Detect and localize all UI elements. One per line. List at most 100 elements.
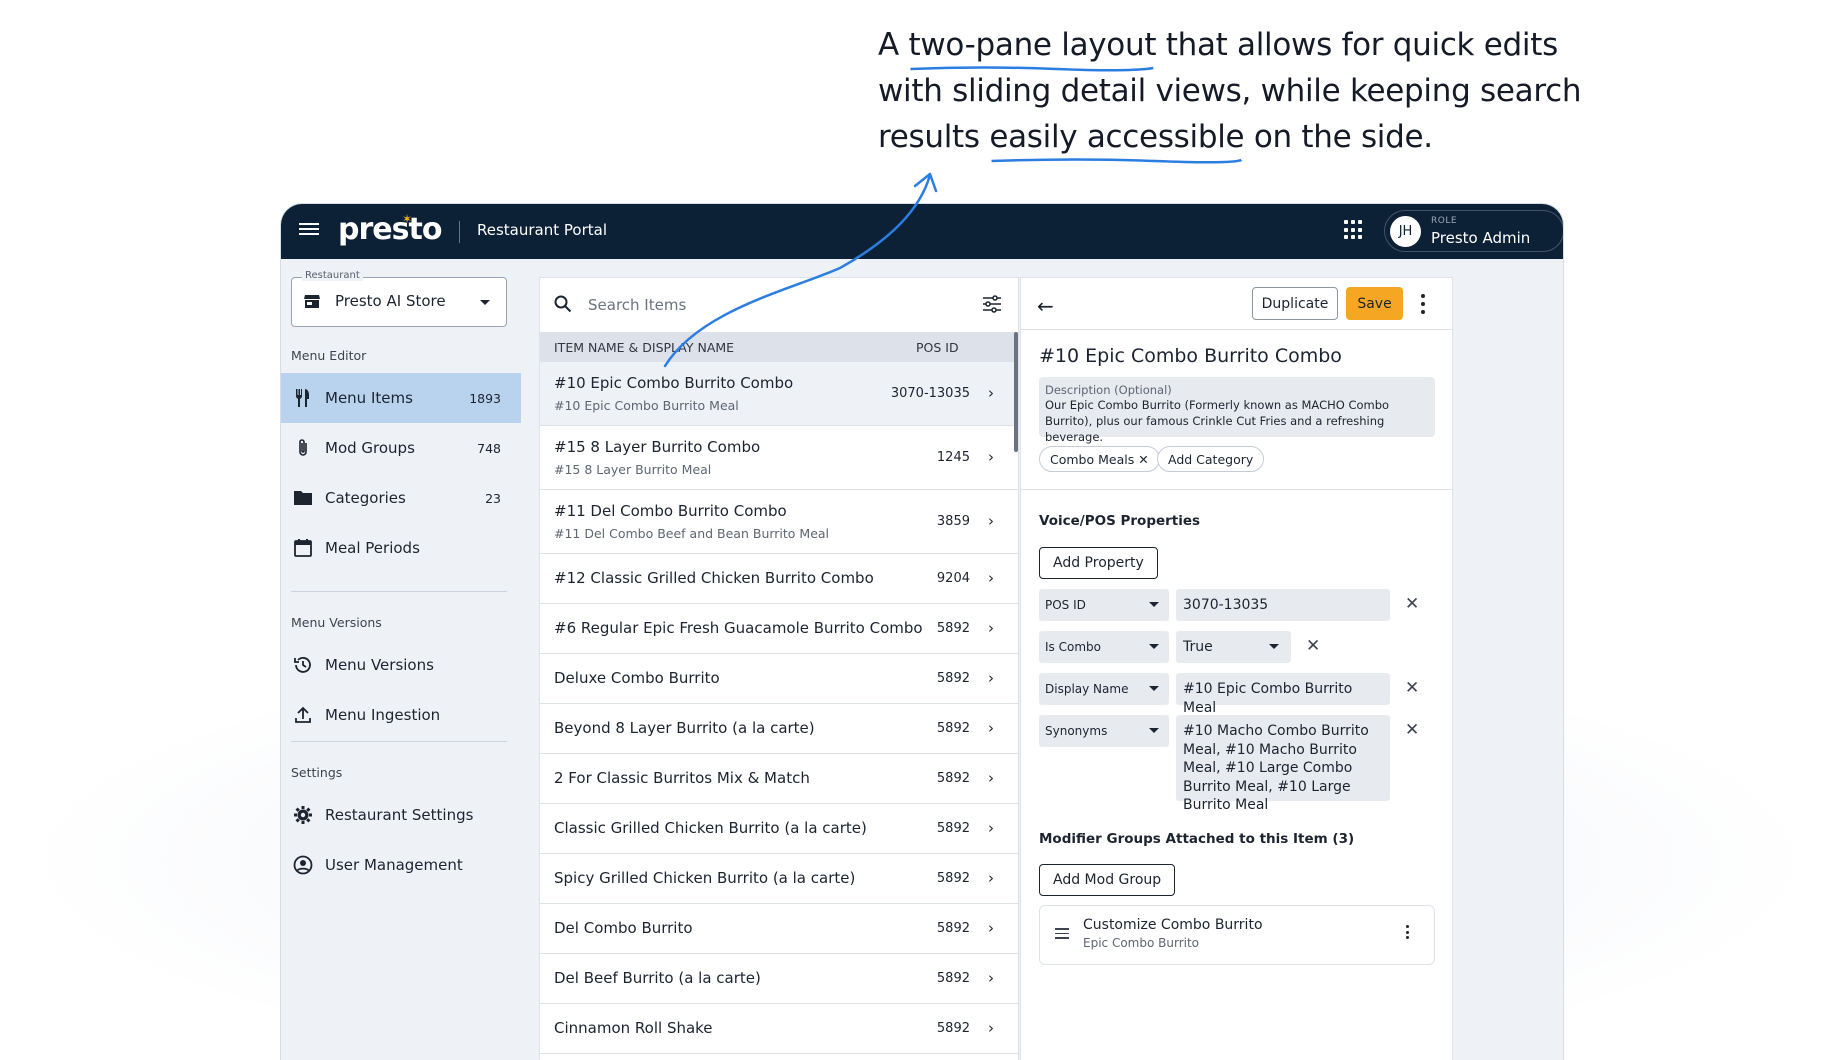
description-label: Description (Optional): [1045, 383, 1172, 397]
sidebar-item-mod-groups[interactable]: Mod Groups 748: [281, 423, 521, 473]
sidebar-item-label: Menu Ingestion: [325, 706, 441, 724]
sidebar-item-user-management[interactable]: User Management: [281, 840, 521, 890]
gear-icon: [294, 806, 312, 824]
item-pos-id: 5892: [936, 821, 970, 836]
chevron-right-icon[interactable]: ›: [988, 969, 994, 987]
item-pos-id: 9204: [936, 571, 970, 586]
table-row[interactable]: Cinnamon Roll Shake 5892 ›: [540, 1004, 1018, 1054]
search-bar: [540, 278, 1018, 332]
item-name: Classic Grilled Chicken Burrito (a la ca…: [554, 819, 867, 837]
restaurant-select[interactable]: Restaurant Presto AI Store: [291, 270, 507, 327]
user-menu[interactable]: JH ROLE Presto Admin: [1384, 210, 1563, 252]
category-chip[interactable]: Combo Meals ✕: [1039, 446, 1160, 472]
item-pos-id: 3859: [936, 514, 970, 529]
item-name: Del Beef Burrito (a la carte): [554, 969, 761, 987]
add-mod-group-button[interactable]: Add Mod Group: [1039, 864, 1176, 896]
table-header: ITEM NAME & DISPLAY NAME POS ID: [540, 332, 1018, 362]
more-options-icon[interactable]: [1421, 294, 1425, 314]
duplicate-button[interactable]: Duplicate: [1252, 287, 1338, 320]
chevron-right-icon[interactable]: ›: [988, 512, 994, 530]
item-pos-id: 5892: [936, 721, 970, 736]
property-key-select[interactable]: Display Name: [1039, 673, 1169, 705]
table-row[interactable]: Del Combo Burrito 5892 ›: [540, 904, 1018, 954]
table-row[interactable]: #10 Epic Combo Burrito Combo #10 Epic Com…: [540, 362, 1018, 426]
mod-group-card[interactable]: Customize Combo Burrito Epic Combo Burri…: [1039, 905, 1435, 965]
add-property-button[interactable]: Add Property: [1039, 547, 1158, 579]
remove-property-icon[interactable]: ✕: [1306, 636, 1320, 656]
sidebar-item-categories[interactable]: Categories 23: [281, 473, 521, 523]
property-value-field[interactable]: #10 Macho Combo Burrito Meal, #10 Macho …: [1176, 715, 1390, 813]
chevron-right-icon[interactable]: ›: [988, 819, 994, 837]
table-row[interactable]: 2 For Classic Burritos Mix & Match 5892 ›: [540, 754, 1018, 804]
chevron-right-icon[interactable]: ›: [988, 919, 994, 937]
item-name: #15 8 Layer Burrito Combo: [554, 438, 761, 456]
table-row[interactable]: Deluxe Combo Burrito 5892 ›: [540, 654, 1018, 704]
add-category-button[interactable]: Add Category: [1157, 446, 1265, 472]
upload-icon: [295, 706, 311, 723]
description-field[interactable]: Description (Optional) Our Epic Combo Bu…: [1039, 377, 1435, 444]
section-menu-editor: Menu Editor: [291, 348, 367, 363]
chevron-down-icon: [1149, 644, 1159, 649]
search-input[interactable]: [588, 292, 908, 318]
chevron-right-icon[interactable]: ›: [988, 1019, 994, 1037]
property-value-select[interactable]: True: [1176, 631, 1291, 663]
chevron-right-icon[interactable]: ›: [988, 719, 994, 737]
table-row[interactable]: Classic Grilled Chicken Burrito (a la ca…: [540, 804, 1018, 854]
apps-grid-icon[interactable]: [1344, 220, 1364, 240]
chevron-right-icon[interactable]: ›: [988, 869, 994, 887]
sidebar-item-menu-items[interactable]: Menu Items 1893: [281, 373, 521, 423]
item-name: Spicy Grilled Chicken Burrito (a la cart…: [554, 869, 856, 887]
scrollbar[interactable]: [1014, 332, 1018, 452]
portal-title: Restaurant Portal: [477, 221, 607, 239]
remove-property-icon[interactable]: ✕: [1405, 678, 1419, 698]
chevron-right-icon[interactable]: ›: [988, 384, 994, 402]
remove-property-icon[interactable]: ✕: [1405, 594, 1419, 614]
property-key-select[interactable]: Is Combo: [1039, 631, 1169, 663]
section-settings: Settings: [291, 765, 343, 780]
chevron-right-icon[interactable]: ›: [988, 619, 994, 637]
restaurant-select-value: Presto AI Store: [335, 292, 446, 310]
back-arrow-icon[interactable]: ←: [1037, 294, 1054, 318]
hamburger-menu-icon[interactable]: [299, 220, 319, 240]
property-value-field[interactable]: 3070-13035: [1176, 589, 1390, 621]
description-text: Our Epic Combo Burrito (Formerly known a…: [1045, 398, 1390, 444]
caption: A two-pane layout that allows for quick …: [878, 22, 1598, 164]
table-row[interactable]: Beyond 8 Layer Burrito (a la carte) 5892 ›: [540, 704, 1018, 754]
table-row[interactable]: #12 Classic Grilled Chicken Burrito Comb…: [540, 554, 1018, 604]
item-name: Deluxe Combo Burrito: [554, 669, 720, 687]
chevron-down-icon: [1149, 686, 1159, 691]
property-value-field[interactable]: #10 Epic Combo Burrito Meal: [1176, 673, 1390, 716]
sidebar-item-menu-versions[interactable]: Menu Versions: [281, 640, 521, 690]
filter-sliders-icon[interactable]: [982, 295, 1002, 313]
sidebar-item-menu-ingestion[interactable]: Menu Ingestion: [281, 690, 521, 740]
calendar-icon: [294, 539, 312, 557]
sidebar-item-restaurant-settings[interactable]: Restaurant Settings: [281, 790, 521, 840]
drag-handle-icon[interactable]: [1055, 928, 1069, 942]
utensils-icon: [296, 389, 309, 407]
sidebar-item-label: Menu Items: [325, 389, 413, 407]
chevron-right-icon[interactable]: ›: [988, 669, 994, 687]
property-key-select[interactable]: Synonyms: [1039, 715, 1169, 747]
chevron-right-icon[interactable]: ›: [988, 769, 994, 787]
property-value-label: True: [1183, 639, 1213, 655]
sidebar-item-meal-periods[interactable]: Meal Periods: [281, 523, 521, 573]
section-menu-versions: Menu Versions: [291, 615, 382, 630]
table-row[interactable]: #15 8 Layer Burrito Combo #15 8 Layer Bur…: [540, 426, 1018, 490]
table-row[interactable]: #6 Regular Epic Fresh Guacamole Burrito …: [540, 604, 1018, 654]
chevron-right-icon[interactable]: ›: [988, 569, 994, 587]
table-row[interactable]: Del Beef Burrito (a la carte) 5892 ›: [540, 954, 1018, 1004]
item-pos-id: 5892: [936, 871, 970, 886]
sidebar-divider: [291, 591, 507, 592]
chevron-right-icon[interactable]: ›: [988, 448, 994, 466]
history-icon: [294, 657, 311, 673]
remove-property-icon[interactable]: ✕: [1405, 720, 1419, 740]
close-icon[interactable]: ✕: [1138, 452, 1148, 467]
item-name: 2 For Classic Burritos Mix & Match: [554, 769, 810, 787]
table-row[interactable]: Spicy Grilled Chicken Burrito (a la cart…: [540, 854, 1018, 904]
item-name: #11 Del Combo Burrito Combo: [554, 502, 787, 520]
property-key-select[interactable]: POS ID: [1039, 589, 1169, 621]
save-button[interactable]: Save: [1346, 287, 1403, 320]
caption-highlight-accessible: easily accessible: [989, 114, 1245, 164]
table-row[interactable]: #11 Del Combo Burrito Combo #11 Del Combo…: [540, 490, 1018, 554]
more-options-icon[interactable]: [1406, 925, 1410, 939]
